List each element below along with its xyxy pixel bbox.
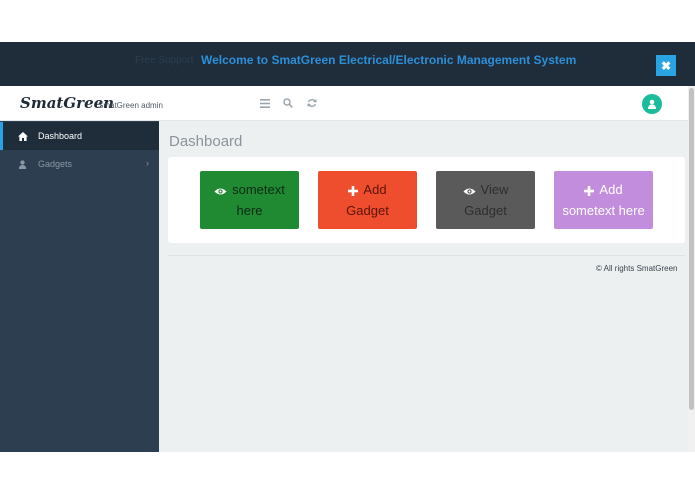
refresh-button[interactable] (305, 96, 319, 110)
announcement-bar: Free Support Welcome to SmatGreen Electr… (0, 42, 695, 86)
hamburger-icon (260, 98, 270, 108)
plus-icon (584, 182, 595, 201)
tile-label-line1: View (480, 182, 509, 198)
app-header: SmatGreen SmatGreen admin (0, 86, 688, 121)
page-title: Dashboard (169, 133, 243, 150)
free-support-text: Free Support (135, 55, 194, 66)
quick-actions-panel: sometext here Add Gadget View Gadget Add… (168, 157, 685, 243)
footer-copyright: © All rights SmatGreen (596, 264, 678, 273)
sidebar-item-dashboard[interactable]: Dashboard (0, 122, 159, 150)
tile-label-line2: sometext here (562, 202, 645, 218)
sidebar: Dashboard Gadgets › (0, 121, 159, 452)
refresh-icon (307, 98, 317, 108)
home-icon (18, 131, 30, 141)
eye-icon (214, 182, 227, 201)
content-divider (168, 255, 685, 256)
user-icon (648, 99, 656, 109)
tile-label-line2: here (236, 202, 263, 218)
welcome-message: Welcome to SmatGreen Electrical/Electron… (201, 53, 577, 67)
scrollbar-thumb[interactable] (689, 88, 694, 410)
close-icon: ✖ (660, 58, 672, 73)
tile-label-line1: Add (363, 182, 387, 198)
eye-icon (462, 182, 476, 201)
tile-label-line1: Add (599, 182, 623, 198)
chevron-right-icon: › (146, 158, 149, 168)
search-button[interactable] (281, 96, 295, 110)
tile-label-line1: sometext (232, 182, 285, 198)
plus-icon (348, 182, 359, 201)
sidebar-item-label: Dashboard (38, 131, 83, 141)
sometext-here-tile[interactable]: sometext here (200, 171, 299, 229)
tile-label-line2: Gadget (346, 202, 389, 218)
view-gadget-tile[interactable]: View Gadget (436, 171, 535, 229)
add-sometext-tile[interactable]: Add sometext here (554, 171, 653, 229)
app-frame: Free Support Welcome to SmatGreen Electr… (0, 42, 695, 452)
tile-label-line2: Gadget (464, 202, 507, 218)
menu-toggle-button[interactable] (258, 96, 272, 110)
search-icon (283, 98, 293, 108)
brand-subtitle: SmatGreen admin (98, 101, 163, 110)
user-avatar[interactable] (642, 94, 662, 114)
sidebar-item-label: Gadgets (38, 159, 73, 169)
sidebar-item-gadgets[interactable]: Gadgets › (0, 150, 159, 178)
add-gadget-tile[interactable]: Add Gadget (318, 171, 417, 229)
close-button[interactable]: ✖ (656, 55, 676, 76)
user-icon (18, 159, 30, 169)
